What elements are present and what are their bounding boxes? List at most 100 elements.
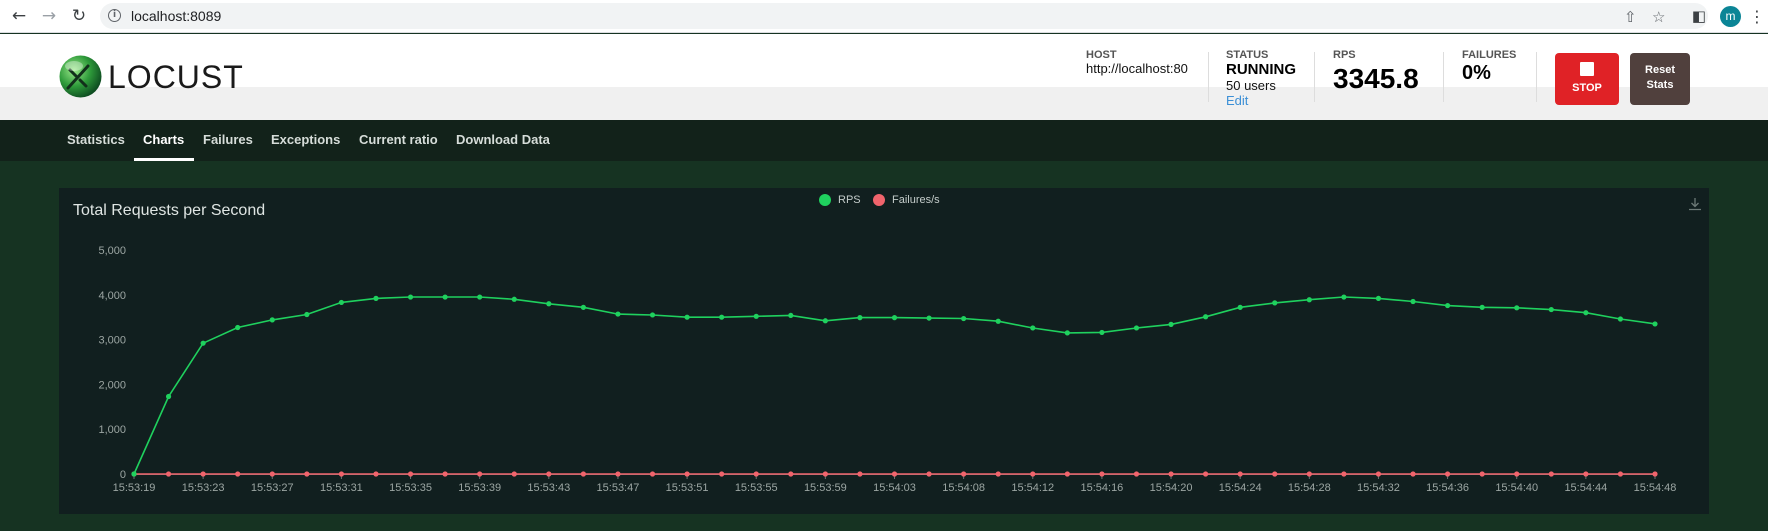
bookmark-star-icon[interactable]: ☆ (1652, 8, 1665, 26)
data-point (753, 313, 759, 319)
data-point (1099, 471, 1105, 477)
data-point (788, 312, 794, 319)
data-point (649, 471, 656, 477)
data-point (477, 471, 483, 477)
data-point (1306, 297, 1312, 303)
y-tick-label: 0 (120, 469, 126, 481)
x-tick-label: 15:54:16 (1080, 482, 1123, 494)
data-point (511, 471, 517, 477)
y-tick-label: 2,000 (98, 379, 126, 391)
data-point (1444, 302, 1451, 309)
data-point (235, 471, 241, 477)
reset-stats-button[interactable]: Reset Stats (1630, 53, 1690, 105)
logo-text: LOCUST (108, 59, 244, 95)
x-tick-label: 15:53:27 (251, 482, 294, 494)
reset-label-line2: Stats (1646, 79, 1674, 91)
rps-line-chart: 0 1,000 2,000 3,000 4,000 5,000 15:53:19 15:53:… (98, 245, 1676, 494)
data-point (615, 311, 621, 317)
address-bar[interactable]: i localhost:8089 ⇧ ☆ (100, 3, 1708, 29)
x-tick-label: 15:53:31 (320, 482, 363, 494)
data-point (684, 314, 690, 320)
reload-icon[interactable]: ↻ (68, 5, 90, 27)
back-arrow-icon[interactable]: ← (8, 5, 30, 27)
header-band (0, 87, 1768, 120)
url-text[interactable]: localhost:8089 (131, 8, 221, 24)
x-tick-label: 15:54:03 (873, 482, 916, 494)
host-label: HOST (1086, 49, 1117, 61)
info-icon[interactable]: i (108, 9, 121, 22)
status-stat: STATUS RUNNING 50 users Edit (1226, 49, 1296, 108)
data-point (1237, 304, 1243, 310)
app-header: LOCUST HOST http://localhost:80 STATUS R… (0, 34, 1768, 120)
divider (1208, 52, 1209, 102)
data-point (1514, 471, 1520, 477)
x-tick-label: 15:54:20 (1150, 482, 1193, 494)
browser-toolbar: ← → ↻ i localhost:8089 ⇧ ☆ ◧ m ⋮ (0, 0, 1768, 33)
status-value: RUNNING (1226, 61, 1296, 78)
locust-logo-icon (59, 55, 102, 98)
data-point (684, 471, 690, 477)
data-point (1306, 471, 1312, 477)
tab-current-ratio[interactable]: Current ratio (359, 132, 438, 147)
data-point (1583, 471, 1589, 477)
data-point (373, 295, 379, 301)
x-tick-label: 15:54:24 (1219, 482, 1262, 494)
data-point (1099, 329, 1105, 336)
sidepanel-icon[interactable]: ◧ (1688, 5, 1710, 27)
x-tick-label: 15:53:51 (666, 482, 709, 494)
data-point (1203, 314, 1209, 320)
forward-arrow-icon[interactable]: → (38, 5, 60, 27)
data-point (1479, 304, 1485, 310)
tab-download-data[interactable]: Download Data (456, 132, 550, 147)
tab-statistics[interactable]: Statistics (67, 132, 125, 147)
data-point (580, 471, 586, 477)
active-tab-indicator (134, 158, 194, 161)
tab-charts[interactable]: Charts (143, 132, 184, 147)
tab-exceptions[interactable]: Exceptions (271, 132, 340, 147)
y-tick-label: 1,000 (98, 424, 126, 436)
x-tick-label: 15:53:59 (804, 482, 847, 494)
data-point (304, 471, 310, 477)
data-point (165, 471, 172, 477)
stop-label: STOP (1572, 82, 1602, 94)
data-point (1617, 471, 1624, 477)
y-tick-label: 4,000 (98, 290, 126, 302)
x-tick-label: 15:54:40 (1495, 482, 1538, 494)
data-point (926, 471, 932, 477)
edit-link[interactable]: Edit (1226, 93, 1296, 108)
data-point (1341, 471, 1347, 477)
host-value: http://localhost:80 (1086, 61, 1188, 76)
data-point (857, 471, 863, 477)
users-value: 50 users (1226, 78, 1276, 93)
data-point (304, 311, 310, 318)
divider (1443, 52, 1444, 102)
data-point (1064, 471, 1070, 477)
rps-stat: RPS 3345.8 (1333, 49, 1419, 95)
series-line (133, 296, 1656, 475)
kebab-menu-icon[interactable]: ⋮ (1746, 5, 1768, 27)
x-tick-label: 15:53:35 (389, 482, 432, 494)
avatar[interactable]: m (1720, 6, 1741, 27)
x-tick-label: 15:54:36 (1426, 482, 1469, 494)
data-point (407, 294, 414, 300)
data-point (1168, 321, 1174, 327)
x-tick-label: 15:53:39 (458, 482, 501, 494)
data-point (269, 471, 275, 477)
data-point (407, 471, 414, 477)
data-point (1410, 298, 1416, 305)
data-point (788, 471, 794, 477)
data-point (822, 318, 828, 324)
data-point (961, 471, 967, 477)
data-point (580, 304, 586, 310)
share-icon[interactable]: ⇧ (1624, 8, 1637, 26)
data-point (235, 324, 241, 331)
data-point (511, 296, 517, 302)
data-point (753, 471, 759, 477)
data-point (719, 471, 725, 477)
data-point (995, 318, 1001, 324)
data-point (1410, 471, 1416, 477)
stop-button[interactable]: STOP (1555, 53, 1619, 105)
host-stat: HOST http://localhost:80 (1086, 49, 1188, 76)
data-point (995, 471, 1001, 477)
tab-failures[interactable]: Failures (203, 132, 253, 147)
